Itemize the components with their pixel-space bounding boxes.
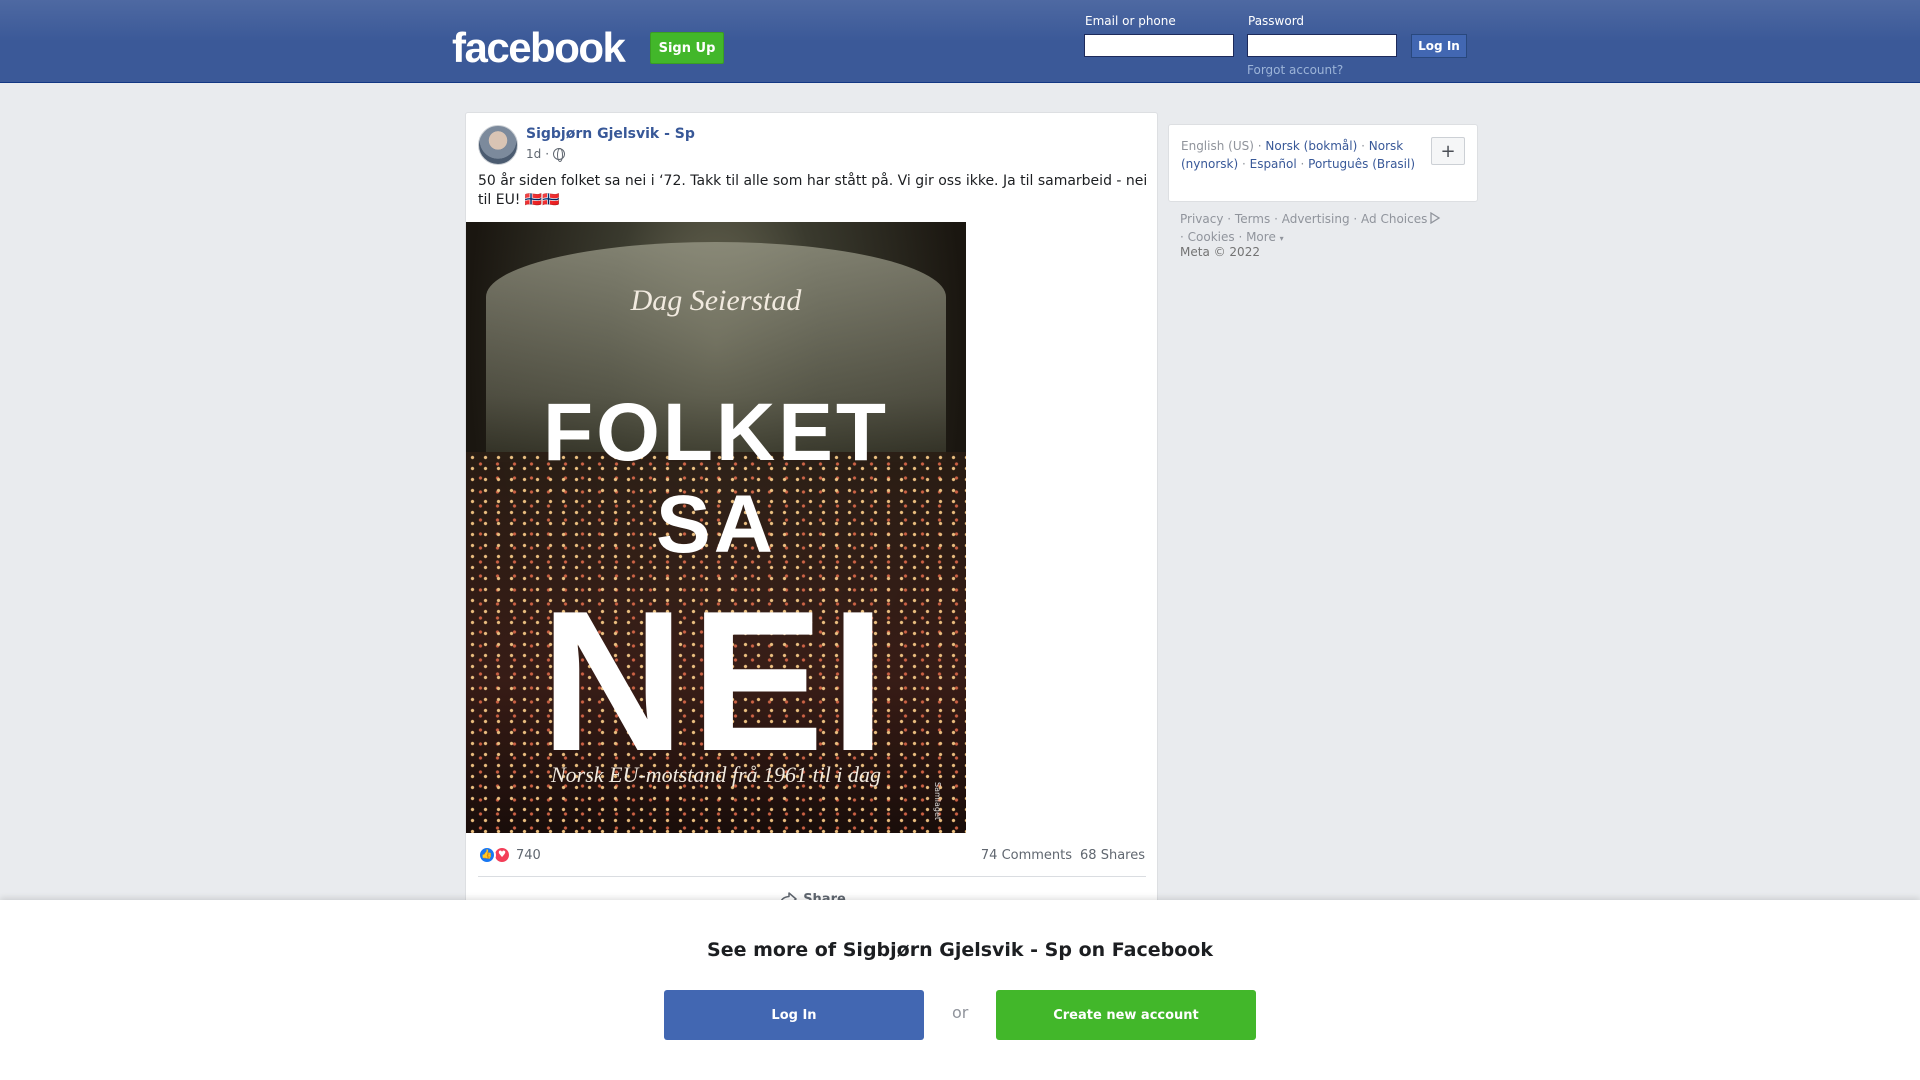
create-account-button[interactable]: Create new account	[996, 990, 1256, 1040]
shares-count[interactable]: 68 Shares	[1080, 848, 1145, 863]
globe-icon	[553, 148, 566, 162]
login-button[interactable]: Log In	[1411, 34, 1467, 58]
language-link[interactable]: Português (Brasil)	[1308, 157, 1415, 171]
post-time[interactable]: 1d	[526, 147, 541, 161]
language-link[interactable]: Norsk (bokmål)	[1265, 139, 1357, 153]
forgot-account-link[interactable]: Forgot account?	[1247, 63, 1343, 77]
ad-choices-label: Ad Choices	[1361, 212, 1428, 226]
current-language: English (US)	[1181, 139, 1254, 153]
language-box: English (US) · Norsk (bokmål) · Norsk (n…	[1168, 124, 1478, 202]
copyright: Meta © 2022	[1180, 245, 1260, 259]
book-title-line-2: SA	[656, 479, 776, 570]
footer-links: Privacy · Terms · Advertising · Ad Choic…	[1180, 210, 1470, 248]
banner-title: See more of Sigbjørn Gjelsvik - Sp on Fa…	[707, 939, 1213, 961]
meta-separator: ·	[545, 147, 550, 161]
login-prompt-banner: See more of Sigbjørn Gjelsvik - Sp on Fa…	[0, 900, 1920, 1080]
book-title-line-3: NEI	[540, 570, 892, 793]
like-reaction-icon: 👍	[478, 846, 496, 864]
facebook-logo[interactable]: facebook	[452, 24, 626, 72]
caret-down-icon: ▾	[1279, 234, 1284, 243]
sign-up-button[interactable]: Sign Up	[650, 32, 724, 64]
advertising-link[interactable]: Advertising	[1282, 212, 1350, 226]
more-label: More	[1246, 230, 1276, 244]
ad-choices-icon	[1430, 211, 1441, 225]
or-separator: or	[952, 1003, 969, 1022]
post-author[interactable]: Sigbjørn Gjelsvik - Sp	[526, 126, 695, 142]
more-languages-button[interactable]: +	[1431, 137, 1465, 165]
comments-count[interactable]: 74 Comments	[981, 848, 1072, 863]
book-publisher: Samlaget	[933, 782, 942, 821]
ad-choices-link[interactable]: Ad Choices	[1361, 211, 1441, 226]
post-card: Sigbjørn Gjelsvik - Sp 1d · 50 år siden …	[465, 112, 1158, 912]
language-link[interactable]: Español	[1250, 157, 1297, 171]
book-title-line-1: FOLKET	[543, 387, 889, 478]
privacy-link[interactable]: Privacy	[1180, 212, 1223, 226]
banner-login-button[interactable]: Log In	[664, 990, 924, 1040]
email-field[interactable]	[1084, 34, 1234, 57]
password-field[interactable]	[1247, 34, 1397, 57]
book-subtitle: Norsk EU-motstand frå 1961 til i dag	[550, 762, 881, 787]
post-image[interactable]: Dag Seierstad FOLKET SA NEI Norsk EU-mot…	[466, 222, 966, 833]
email-label: Email or phone	[1085, 14, 1176, 28]
divider	[478, 876, 1146, 877]
post-text: 50 år siden folket sa nei i ‘72. Takk ti…	[478, 173, 1148, 208]
avatar[interactable]	[478, 125, 518, 165]
cookies-link[interactable]: Cookies	[1188, 230, 1235, 244]
more-link[interactable]: More ▾	[1246, 230, 1284, 244]
terms-link[interactable]: Terms	[1235, 212, 1270, 226]
language-list: English (US) · Norsk (bokmål) · Norsk (n…	[1181, 139, 1416, 171]
reactions-summary[interactable]: 👍 ♥ 740	[478, 846, 541, 864]
reaction-count: 740	[516, 847, 541, 863]
post-meta: 1d ·	[526, 147, 566, 162]
book-author: Dag Seierstad	[630, 284, 802, 317]
engagement-counts: 74 Comments 68 Shares	[981, 848, 1145, 863]
password-label: Password	[1248, 14, 1305, 28]
top-bar: facebook Sign Up Email or phone Password…	[0, 0, 1920, 83]
